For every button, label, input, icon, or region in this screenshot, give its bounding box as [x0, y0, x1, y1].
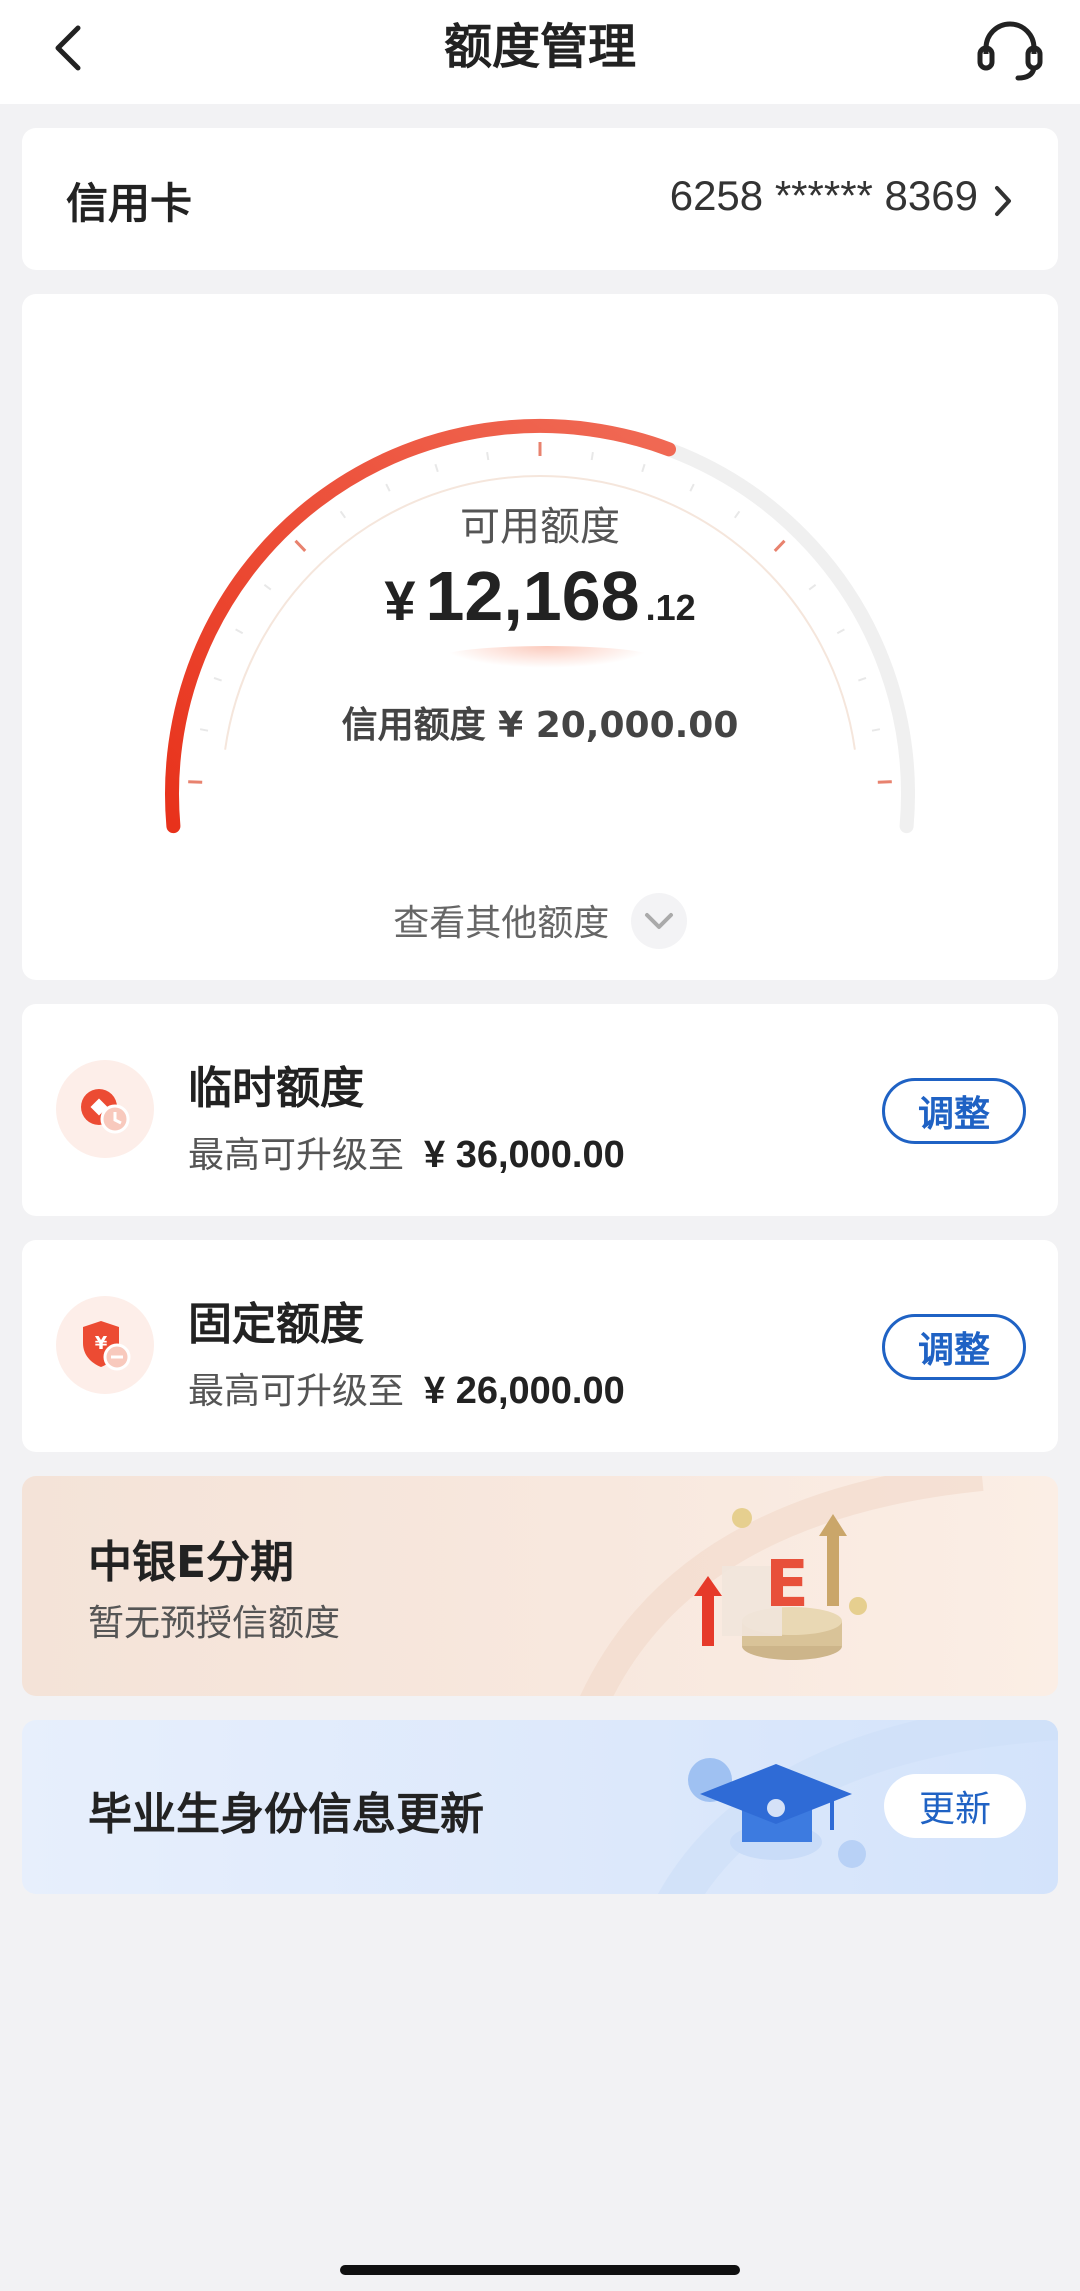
installment-promo-subtitle: 暂无预授信额度 — [88, 1603, 341, 1644]
headset-icon — [977, 21, 1043, 81]
graduate-update-title: 毕业生身份信息更新 — [88, 1789, 484, 1840]
gauge-tick — [188, 780, 203, 784]
available-amount: ¥12,168.12 — [22, 556, 1058, 636]
card-number: 6258 ****** 8369 — [669, 172, 978, 219]
gauge-tick — [641, 463, 646, 473]
gauge-tick — [590, 451, 594, 461]
temporary-limit-subtitle: 最高可升级至 ¥ 36,000.00 — [188, 1126, 625, 1178]
gauge-tick — [434, 463, 439, 473]
gauge-tick — [877, 780, 892, 784]
fixed-limit-amount: ¥ 26,000.00 — [424, 1370, 625, 1412]
temporary-limit-title: 临时额度 — [188, 1063, 364, 1114]
adjust-fixed-limit-button[interactable]: 调整 — [882, 1314, 1026, 1380]
fixed-limit-prefix: 最高可升级至 — [188, 1371, 405, 1412]
adjust-temporary-limit-button[interactable]: 调整 — [882, 1078, 1026, 1144]
shield-yuan-icon: ¥ — [56, 1296, 154, 1394]
fixed-limit-title: 固定额度 — [188, 1299, 364, 1350]
fixed-limit-subtitle: 最高可升级至 ¥ 26,000.00 — [188, 1362, 625, 1414]
header-bar: 额度管理 — [0, 0, 1080, 104]
home-indicator — [340, 2265, 740, 2275]
installment-e-icon: E — [694, 1508, 867, 1660]
update-button[interactable]: 更新 — [884, 1774, 1026, 1838]
credit-line-text: 信用额度 ¥ 20,000.00 — [341, 705, 739, 746]
fixed-limit-card: ¥ 固定额度 最高可升级至 ¥ 26,000.00 调整 — [22, 1240, 1058, 1452]
customer-service-button[interactable] — [970, 10, 1050, 90]
card-selector[interactable]: 信用卡 6258 ****** 8369 — [22, 128, 1058, 270]
view-other-limits-button[interactable]: 查看其他额度 — [22, 893, 1058, 953]
temporary-limit-card: 临时额度 最高可升级至 ¥ 36,000.00 调整 — [22, 1004, 1058, 1216]
view-other-limits-label: 查看其他额度 — [393, 903, 610, 944]
installment-e-letter: E — [765, 1548, 809, 1622]
graduation-cap-icon — [688, 1758, 866, 1868]
currency-symbol: ¥ — [384, 569, 416, 632]
installment-promo-title: 中银E分期 — [88, 1537, 295, 1588]
limit-gauge — [164, 418, 915, 834]
chevron-down-icon — [630, 893, 687, 949]
amount-glow — [442, 646, 652, 668]
installment-promo-banner[interactable]: 中银E分期 暂无预授信额度 E — [22, 1476, 1058, 1696]
available-limit-card: 可用额度 ¥12,168.12 信用额度 ¥ 20,000.00 查看其他额度 — [22, 294, 1058, 980]
chevron-right-icon — [995, 186, 1011, 216]
gauge-tick — [213, 676, 222, 682]
available-label: 可用额度 — [460, 504, 620, 550]
available-amount-decimal: .12 — [645, 587, 696, 628]
card-type-label: 信用卡 — [66, 179, 193, 228]
temporary-limit-prefix: 最高可升级至 — [188, 1135, 405, 1176]
gauge-tick — [385, 483, 391, 492]
gauge-tick — [486, 451, 490, 461]
gauge-tick — [689, 483, 695, 492]
page-title: 额度管理 — [443, 19, 636, 75]
temporary-limit-amount: ¥ 36,000.00 — [424, 1134, 625, 1176]
coin-clock-icon — [56, 1060, 154, 1158]
available-amount-integer: 12,168 — [425, 557, 640, 635]
gauge-tick — [858, 676, 867, 682]
graduate-update-banner[interactable]: 毕业生身份信息更新 更新 — [22, 1720, 1058, 1894]
